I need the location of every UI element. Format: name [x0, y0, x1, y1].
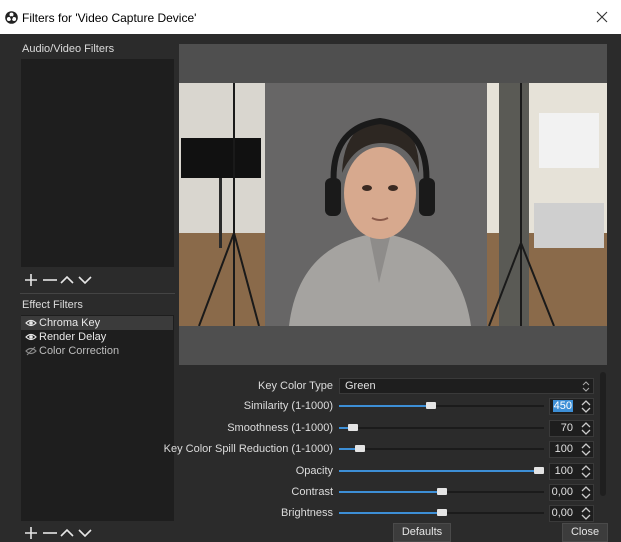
spin-arrows-icon[interactable] [580, 399, 592, 414]
effect-item-label: Chroma Key [39, 317, 101, 329]
similarity-slider[interactable] [339, 400, 544, 412]
spill-reduction-spinbox[interactable]: 100 [549, 441, 594, 458]
brightness-spinbox[interactable]: 0,00 [549, 505, 594, 522]
smoothness-slider[interactable] [339, 422, 544, 434]
chevron-up-icon[interactable] [58, 523, 76, 542]
spin-arrows-icon[interactable] [580, 442, 592, 457]
audio-video-filter-list[interactable] [21, 59, 174, 267]
opacity-slider[interactable] [339, 465, 544, 477]
audio-video-filters-label: Audio/Video Filters [22, 43, 115, 55]
plus-icon[interactable] [22, 523, 40, 542]
eye-icon[interactable] [25, 332, 37, 342]
panel-divider [20, 293, 175, 294]
slider-handle[interactable] [426, 402, 437, 409]
spill-reduction-value[interactable]: 100 [555, 443, 573, 455]
minus-icon[interactable] [41, 523, 59, 542]
spill-reduction-slider[interactable] [339, 443, 544, 455]
similarity-value[interactable]: 450 [552, 400, 573, 412]
spin-arrows-icon[interactable] [580, 421, 592, 436]
key-color-type-value: Green [345, 380, 376, 392]
window-title: Filters for 'Video Capture Device' [22, 11, 197, 25]
effect-filters-label: Effect Filters [22, 299, 83, 311]
chevron-down-icon[interactable] [76, 270, 94, 290]
contrast-value[interactable]: 0,00 [552, 486, 573, 498]
key-color-type-select[interactable]: Green [339, 378, 594, 394]
opacity-spinbox[interactable]: 100 [549, 463, 594, 480]
slider-handle[interactable] [354, 445, 365, 452]
eye-icon[interactable] [25, 318, 37, 328]
close-button[interactable]: Close [562, 523, 608, 542]
contrast-spinbox[interactable]: 0,00 [549, 484, 594, 501]
list-item-color-correction[interactable]: Color Correction [21, 344, 173, 358]
defaults-button[interactable]: Defaults [393, 523, 451, 542]
brightness-value[interactable]: 0,00 [552, 507, 573, 519]
list-item-render-delay[interactable]: Render Delay [21, 330, 173, 344]
effect-item-label: Render Delay [39, 331, 107, 343]
key-color-type-label: Key Color Type [257, 380, 333, 392]
contrast-label: Contrast [291, 486, 333, 498]
similarity-label: Similarity (1-1000) [243, 400, 333, 412]
spin-arrows-icon[interactable] [580, 485, 592, 500]
title-bar: Filters for 'Video Capture Device' [0, 0, 621, 34]
chevron-up-icon[interactable] [58, 270, 76, 290]
slider-handle[interactable] [534, 467, 544, 474]
chevron-down-icon[interactable] [76, 523, 94, 542]
effect-toolbar [20, 523, 100, 542]
smoothness-spinbox[interactable]: 70 [549, 420, 594, 437]
opacity-label: Opacity [295, 465, 333, 477]
spin-arrows-icon[interactable] [580, 464, 592, 479]
audio-video-toolbar [20, 270, 100, 292]
properties-scrollbar[interactable] [600, 372, 606, 496]
list-item-chroma-key[interactable]: Chroma Key [21, 316, 173, 330]
close-icon[interactable] [593, 8, 611, 26]
obs-logo-icon [5, 11, 18, 24]
slider-handle[interactable] [436, 509, 447, 516]
similarity-spinbox[interactable]: 450 [549, 398, 594, 415]
brightness-slider[interactable] [339, 507, 544, 519]
smoothness-value[interactable]: 70 [561, 422, 573, 434]
slider-handle[interactable] [348, 424, 359, 431]
brightness-label: Brightness [281, 507, 333, 519]
video-preview [179, 83, 607, 326]
chevron-updown-icon [582, 381, 590, 392]
spin-arrows-icon[interactable] [580, 506, 592, 521]
eye-hidden-icon[interactable] [25, 346, 37, 356]
effect-item-label: Color Correction [39, 345, 120, 357]
webcam-image [179, 83, 607, 326]
plus-icon[interactable] [22, 270, 40, 290]
contrast-slider[interactable] [339, 486, 544, 498]
slider-handle[interactable] [436, 488, 447, 495]
minus-icon[interactable] [41, 270, 59, 290]
spill-reduction-label: Key Color Spill Reduction (1-1000) [163, 443, 333, 455]
opacity-value[interactable]: 100 [555, 465, 573, 477]
smoothness-label: Smoothness (1-1000) [227, 422, 333, 434]
